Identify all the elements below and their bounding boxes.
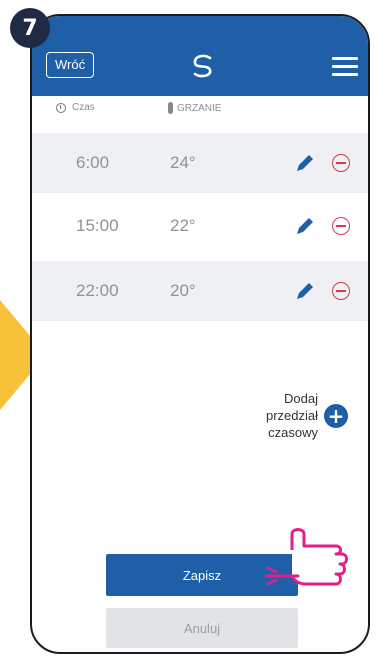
schedule-row: 15:00 22°: [32, 196, 368, 256]
tap-hand-icon: [264, 528, 348, 586]
logo-icon: [193, 54, 212, 78]
hamburger-menu-icon[interactable]: [332, 57, 358, 77]
time-column-header: Czas: [56, 102, 95, 113]
add-slot-line: Dodaj: [284, 391, 318, 406]
temp-column-label: GRZANIE: [177, 102, 222, 114]
thermometer-icon: [168, 102, 173, 114]
add-slot-line: czasowy: [268, 425, 318, 440]
add-time-slot-button[interactable]: Dodaj przedział czasowy +: [238, 390, 348, 441]
temp-column-header: GRZANIE: [168, 102, 221, 114]
slot-temp: 20°: [170, 281, 196, 300]
plus-circle-icon[interactable]: +: [324, 403, 348, 428]
schedule-row: 22:00 20°: [32, 261, 368, 321]
slot-time: 15:00: [76, 216, 119, 235]
time-column-label: Czas: [72, 102, 95, 113]
slot-temp: 22°: [170, 216, 196, 235]
pencil-icon[interactable]: [294, 152, 316, 174]
schedule-row: 6:00 24°: [32, 133, 368, 193]
step-badge: 7: [10, 8, 50, 48]
pencil-icon[interactable]: [294, 280, 316, 302]
slot-temp: 24°: [170, 153, 196, 172]
slot-time: 22:00: [76, 281, 119, 300]
slot-time: 6:00: [76, 153, 110, 172]
clock-icon: [56, 102, 66, 113]
minus-circle-icon[interactable]: [332, 154, 350, 172]
add-time-slot-label: Dodaj przedział czasowy: [248, 390, 318, 441]
pencil-icon[interactable]: [294, 215, 316, 237]
minus-circle-icon[interactable]: [332, 217, 350, 235]
back-button[interactable]: Wróć: [46, 52, 95, 78]
add-slot-line: przedział: [265, 408, 318, 423]
cancel-button[interactable]: Anuluj: [106, 608, 298, 648]
column-headers: Czas GRZANIE: [32, 96, 368, 130]
top-bar: Wróć: [32, 16, 368, 96]
minus-circle-icon[interactable]: [332, 282, 350, 300]
